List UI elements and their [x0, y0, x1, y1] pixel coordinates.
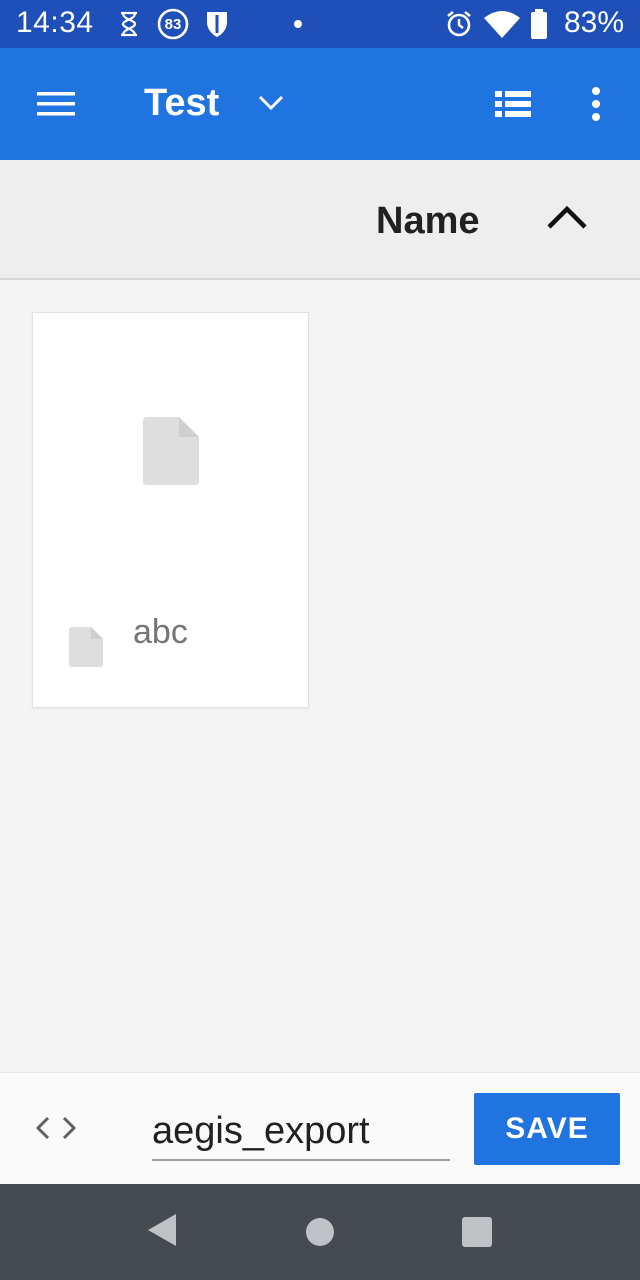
filename-input[interactable] — [152, 1103, 450, 1161]
dot-icon — [292, 8, 304, 40]
folder-title[interactable]: Test — [144, 82, 219, 125]
alarm-icon — [444, 8, 474, 40]
save-button[interactable]: SAVE — [474, 1093, 620, 1165]
shield-icon — [204, 8, 230, 40]
sort-label[interactable]: Name — [376, 200, 480, 243]
file-name: abc — [133, 613, 188, 651]
file-icon — [69, 627, 103, 672]
navigation-bar — [0, 1184, 640, 1280]
battery-icon — [530, 8, 548, 40]
back-icon[interactable] — [144, 1212, 178, 1253]
more-vert-icon[interactable] — [582, 84, 610, 124]
home-icon[interactable] — [304, 1216, 336, 1253]
chevron-down-icon[interactable] — [256, 88, 286, 118]
wifi-icon — [484, 8, 520, 40]
code-icon[interactable] — [34, 1113, 78, 1148]
file-grid: abc — [0, 280, 640, 1070]
recents-icon[interactable] — [460, 1216, 494, 1253]
app-bar: Test — [0, 48, 640, 160]
hourglass-icon — [118, 8, 140, 40]
chevron-up-icon[interactable] — [546, 204, 588, 235]
sort-bar: Name — [0, 160, 640, 280]
file-thumbnail-icon — [143, 417, 199, 490]
file-card[interactable]: abc — [32, 312, 309, 708]
status-bar: 14:34 83 83% — [0, 0, 640, 48]
menu-icon[interactable] — [34, 84, 78, 124]
save-bar: SAVE — [0, 1072, 640, 1185]
list-view-icon[interactable] — [492, 86, 534, 122]
battery-percent: 83% — [563, 6, 624, 39]
badge-count: 83 — [164, 15, 182, 33]
status-time: 14:34 — [16, 6, 94, 39]
badge-icon: 83 — [156, 8, 190, 40]
